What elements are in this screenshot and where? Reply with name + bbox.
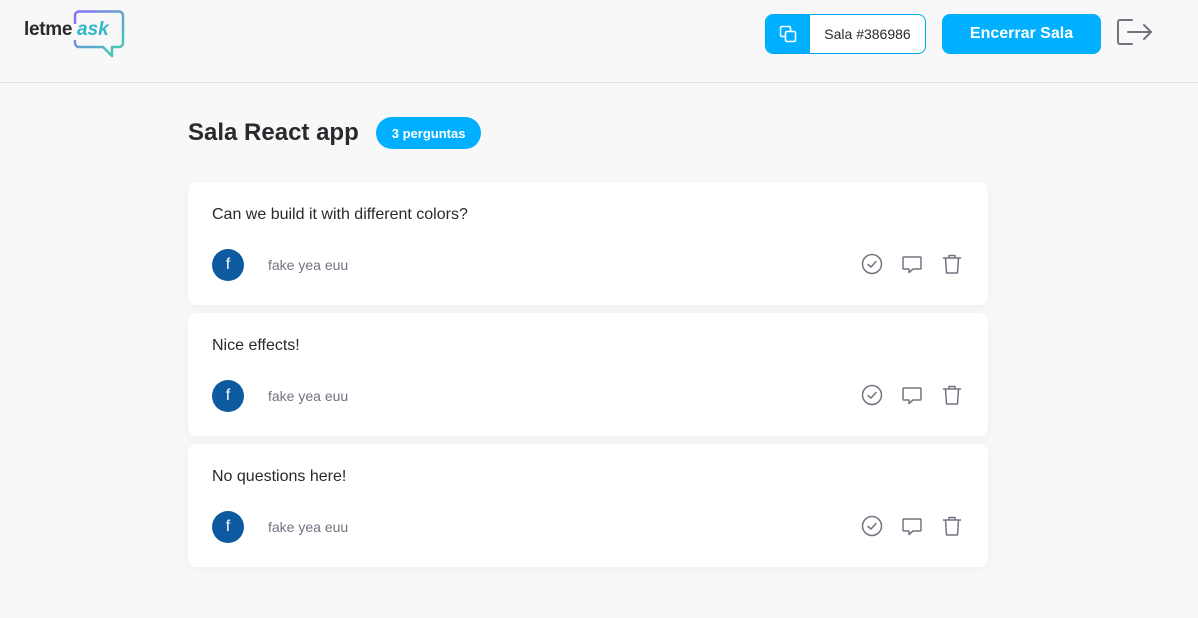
check-icon [861, 253, 883, 275]
answer-icon [902, 518, 922, 536]
delete-button[interactable] [940, 514, 964, 538]
delete-button[interactable] [940, 383, 964, 407]
trash-icon [942, 516, 962, 536]
author-name: fake yea euu [268, 257, 349, 273]
answer-icon [902, 256, 922, 274]
question-actions [860, 514, 964, 538]
question-text: Can we build it with different colors? [212, 206, 468, 223]
question-text: No questions here! [212, 468, 347, 485]
question-text: Nice effects! [212, 337, 300, 354]
highlight-button[interactable] [900, 252, 924, 276]
question-card: No questions here! f fake yea euu [188, 444, 988, 567]
logout-button[interactable] [1116, 16, 1154, 48]
trash-icon [942, 385, 962, 405]
copy-icon [779, 25, 797, 43]
question-card: Can we build it with different colors? f… [188, 182, 988, 305]
logo[interactable]: letme ask [22, 10, 126, 58]
question-actions [860, 383, 964, 407]
trash-icon [942, 254, 962, 274]
logo-text-ask: ask [77, 19, 109, 40]
page-title: Sala React app [188, 119, 359, 146]
highlight-button[interactable] [900, 383, 924, 407]
avatar: f [212, 249, 244, 281]
mark-answered-button[interactable] [860, 514, 884, 538]
question-count-badge: 3 perguntas [375, 117, 482, 149]
question-actions [860, 252, 964, 276]
check-icon [861, 515, 883, 537]
room-code-button[interactable]: Sala #386986 [765, 14, 926, 54]
room-code-label: Sala #386986 [824, 26, 911, 42]
app-header: letme ask Sala #386986 Encerrar Sala [0, 0, 1198, 83]
author-name: fake yea euu [268, 519, 349, 535]
avatar: f [212, 511, 244, 543]
answer-icon [902, 387, 922, 405]
logo-text-letme: letme [24, 19, 73, 40]
close-room-button[interactable]: Encerrar Sala [942, 14, 1101, 54]
check-icon [861, 384, 883, 406]
logout-icon [1117, 19, 1152, 45]
mark-answered-button[interactable] [860, 383, 884, 407]
author-name: fake yea euu [268, 388, 349, 404]
delete-button[interactable] [940, 252, 964, 276]
highlight-button[interactable] [900, 514, 924, 538]
avatar: f [212, 380, 244, 412]
mark-answered-button[interactable] [860, 252, 884, 276]
room-title-row: Sala React app 3 perguntas [188, 116, 482, 150]
copy-icon-box [766, 15, 810, 53]
question-card: Nice effects! f fake yea euu [188, 313, 988, 436]
